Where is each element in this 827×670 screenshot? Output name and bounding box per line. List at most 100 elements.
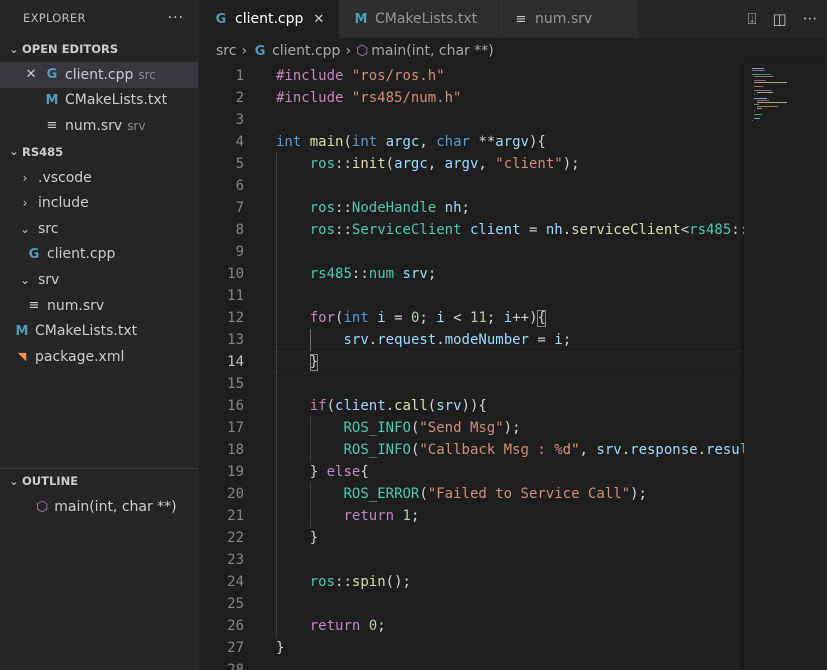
open-editor-item-num-srv[interactable]: ≡ num.srv srv <box>0 113 198 139</box>
code-text: if(client.call(srv)){ <box>309 398 487 414</box>
breadcrumb-symbol[interactable]: main(int, char **) <box>371 43 493 59</box>
code-line[interactable]: 25 <box>199 593 827 615</box>
tree-file-package-xml[interactable]: ◥ package.xml <box>0 344 198 370</box>
open-editors-section[interactable]: ⌄ OPEN EDITORS <box>0 36 198 62</box>
indent-guide <box>309 417 311 461</box>
code-line[interactable]: 26 return 0; <box>199 615 827 637</box>
code-line[interactable]: 15 <box>199 373 827 395</box>
chevron-down-icon: ⌄ <box>19 272 31 287</box>
minimap[interactable] <box>744 64 827 670</box>
code-text: return 0; <box>309 618 386 634</box>
code-line[interactable]: 22 } <box>199 527 827 549</box>
line-number: 17 <box>227 420 244 436</box>
code-line[interactable]: 21 return 1; <box>199 505 827 527</box>
code-text: ros::ServiceClient client = nh.serviceCl… <box>309 222 765 238</box>
code-line[interactable]: 12 for(int i = 0; i < 11; i++){ <box>199 307 827 329</box>
indent-guide <box>309 483 311 527</box>
code-line[interactable]: 14 } <box>199 351 827 373</box>
chevron-right-icon: › <box>22 196 28 211</box>
tree-folder-src[interactable]: ⌄ src <box>0 216 198 242</box>
open-changes-icon[interactable]: ⍗ <box>747 10 756 28</box>
chevron-down-icon: ⌄ <box>9 145 19 159</box>
line-number: 18 <box>227 442 244 458</box>
code-line[interactable]: 4 int main(int argc, char **argv){ <box>199 131 827 153</box>
minimap-line <box>754 82 787 84</box>
line-number: 19 <box>227 464 244 480</box>
line-number: 10 <box>227 266 244 282</box>
line-number: 21 <box>227 508 244 524</box>
tree-item-label: package.xml <box>35 348 125 365</box>
code-line[interactable]: 7 ros::NodeHandle nh; <box>199 197 827 219</box>
line-number: 11 <box>227 288 244 304</box>
bracket-match-highlight <box>537 310 546 327</box>
code-text: } <box>309 530 319 546</box>
editor-actions: ⍗ ◫ ··· <box>747 0 827 38</box>
tree-folder-include[interactable]: › include <box>0 190 198 216</box>
outline-item-label: main(int, char **) <box>54 498 177 515</box>
code-line[interactable]: 9 <box>199 241 827 263</box>
tree-folder-vscode[interactable]: › .vscode <box>0 165 198 191</box>
code-line[interactable]: 5 ros::init(argc, argv, "client"); <box>199 153 827 175</box>
code-line[interactable]: 19 } else{ <box>199 461 827 483</box>
workspace-section[interactable]: ⌄ RS485 <box>0 139 198 165</box>
indent-guide <box>276 153 277 637</box>
code-line[interactable]: 13 srv.request.modeNumber = i; <box>199 329 827 351</box>
breadcrumb-folder[interactable]: src <box>216 43 236 59</box>
close-icon[interactable]: ✕ <box>313 12 324 27</box>
minimap-line <box>756 92 773 94</box>
tab-cmakelists[interactable]: M CMakeLists.txt <box>339 0 499 38</box>
method-icon: ⬡ <box>36 498 49 515</box>
code-line[interactable]: 3 <box>199 109 827 131</box>
tab-label: CMakeLists.txt <box>375 11 478 27</box>
tree-folder-srv[interactable]: ⌄ srv <box>0 267 198 293</box>
more-actions-icon[interactable]: ··· <box>168 10 184 26</box>
open-editor-item-cmakelists[interactable]: M CMakeLists.txt <box>0 88 198 114</box>
open-editor-desc: srv <box>127 118 146 133</box>
code-line[interactable]: 8 ros::ServiceClient client = nh.service… <box>199 219 827 241</box>
split-editor-icon[interactable]: ◫ <box>773 10 787 28</box>
code-line[interactable]: 6 <box>199 175 827 197</box>
code-line[interactable]: 18 ROS_INFO("Callback Msg : %d", srv.res… <box>199 439 827 461</box>
line-number: 12 <box>227 310 244 326</box>
tree-file-cmakelists[interactable]: M CMakeLists.txt <box>0 318 198 344</box>
code-line[interactable]: 23 <box>199 549 827 571</box>
close-icon[interactable]: ✕ <box>24 67 38 82</box>
line-number: 27 <box>227 640 244 656</box>
code-text: ROS_INFO("Callback Msg : %d", srv.respon… <box>343 442 766 458</box>
tab-client-cpp[interactable]: G client.cpp ✕ <box>199 0 339 38</box>
code-line[interactable]: 11 <box>199 285 827 307</box>
line-number: 7 <box>235 200 244 216</box>
tree-file-client-cpp[interactable]: G client.cpp <box>0 242 198 268</box>
code-line[interactable]: 17 ROS_INFO("Send Msg"); <box>199 417 827 439</box>
open-editors-title: OPEN EDITORS <box>22 42 119 56</box>
tree-item-label: CMakeLists.txt <box>35 323 138 340</box>
code-line[interactable]: 20 ROS_ERROR("Failed to Service Call"); <box>199 483 827 505</box>
outline-title: OUTLINE <box>22 474 79 488</box>
tree-item-label: include <box>38 195 89 212</box>
minimap-line <box>754 76 774 78</box>
tab-num-srv[interactable]: ≡ num.srv <box>499 0 639 38</box>
indent-guide <box>309 329 311 351</box>
code-line[interactable]: 28 <box>199 659 827 670</box>
line-number: 16 <box>227 398 244 414</box>
code-line[interactable]: 1 #include "ros/ros.h" <box>199 65 827 87</box>
line-number: 3 <box>235 112 244 128</box>
workspace-title: RS485 <box>22 144 64 159</box>
more-actions-icon[interactable]: ··· <box>803 10 817 28</box>
code-line[interactable]: 16 if(client.call(srv)){ <box>199 395 827 417</box>
code-editor[interactable]: 1 #include "ros/ros.h" 2 #include "rs485/nu… <box>199 64 827 670</box>
tree-file-num-srv[interactable]: ≡ num.srv <box>0 293 198 319</box>
outline-section[interactable]: ⌄ OUTLINE <box>0 468 198 494</box>
open-editor-item-client-cpp[interactable]: ✕ G client.cpp src <box>0 62 198 88</box>
chevron-right-icon: › <box>241 43 248 59</box>
minimap-line <box>754 118 760 120</box>
code-line[interactable]: 2 #include "rs485/num.h" <box>199 87 827 109</box>
outline-item-main[interactable]: ⬡ main(int, char **) <box>0 494 198 520</box>
open-editor-label: num.srv <box>65 117 123 134</box>
breadcrumb-file[interactable]: client.cpp <box>272 43 340 59</box>
code-line[interactable]: 24 ros::spin(); <box>199 571 827 593</box>
code-line[interactable]: 27} <box>199 637 827 659</box>
minimap-line <box>754 86 764 88</box>
code-line[interactable]: 10 rs485::num srv; <box>199 263 827 285</box>
code-text: #include "ros/ros.h" <box>276 68 445 84</box>
